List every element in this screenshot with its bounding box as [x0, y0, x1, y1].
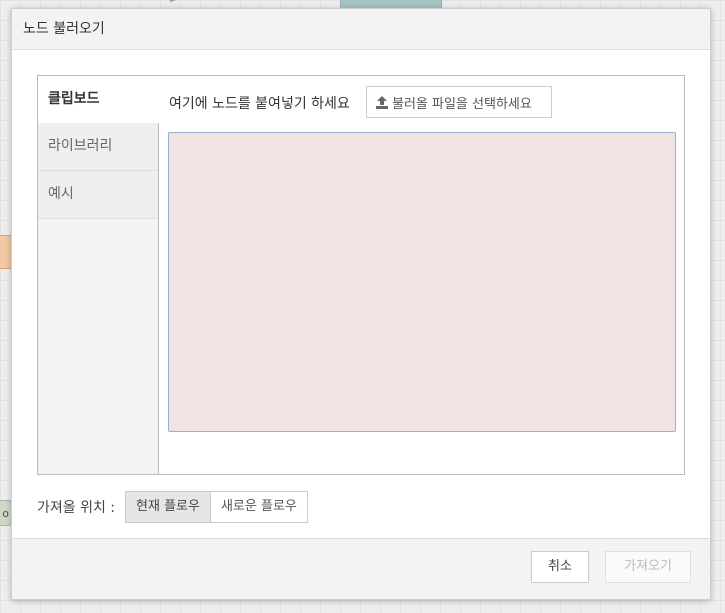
canvas-wire: [169, 0, 228, 2]
current-flow-option[interactable]: 현재 플로우: [126, 492, 211, 522]
select-file-button[interactable]: 불러올 파일을 선택하세요: [366, 86, 552, 118]
upload-icon: [376, 95, 388, 109]
tab-library[interactable]: 라이브러리: [38, 123, 158, 171]
paste-textarea[interactable]: [168, 132, 676, 432]
new-flow-option[interactable]: 새로운 플로우: [210, 492, 307, 522]
tab-examples[interactable]: 예시: [38, 171, 158, 219]
canvas-node-label: o: [2, 507, 9, 520]
import-source-tabs: 클립보드 라이브러리 예시: [38, 76, 159, 474]
import-nodes-dialog: 노드 불러오기 클립보드 라이브러리 예시 여기에 노드를 붙여넣기 하세요 불…: [11, 8, 711, 600]
dialog-footer: 취소 가져오기: [12, 538, 710, 599]
import-target-toggle: 현재 플로우 새로운 플로우: [125, 491, 308, 523]
dialog-title: 노드 불러오기: [12, 9, 710, 50]
paste-hint: 여기에 노드를 붙여넣기 하세요: [169, 96, 350, 112]
import-button[interactable]: 가져오기: [605, 551, 691, 583]
import-target-row: 가져올 위치 : 현재 플로우 새로운 플로우: [37, 490, 308, 524]
select-file-label: 불러올 파일을 선택하세요: [392, 96, 532, 112]
clipboard-content: 여기에 노드를 붙여넣기 하세요 불러올 파일을 선택하세요: [168, 76, 676, 474]
import-panel: 클립보드 라이브러리 예시 여기에 노드를 붙여넣기 하세요 불러올 파일을 선…: [37, 75, 685, 475]
tab-clipboard[interactable]: 클립보드: [38, 76, 159, 123]
cancel-button[interactable]: 취소: [531, 551, 589, 583]
import-target-label: 가져올 위치 :: [37, 500, 116, 516]
